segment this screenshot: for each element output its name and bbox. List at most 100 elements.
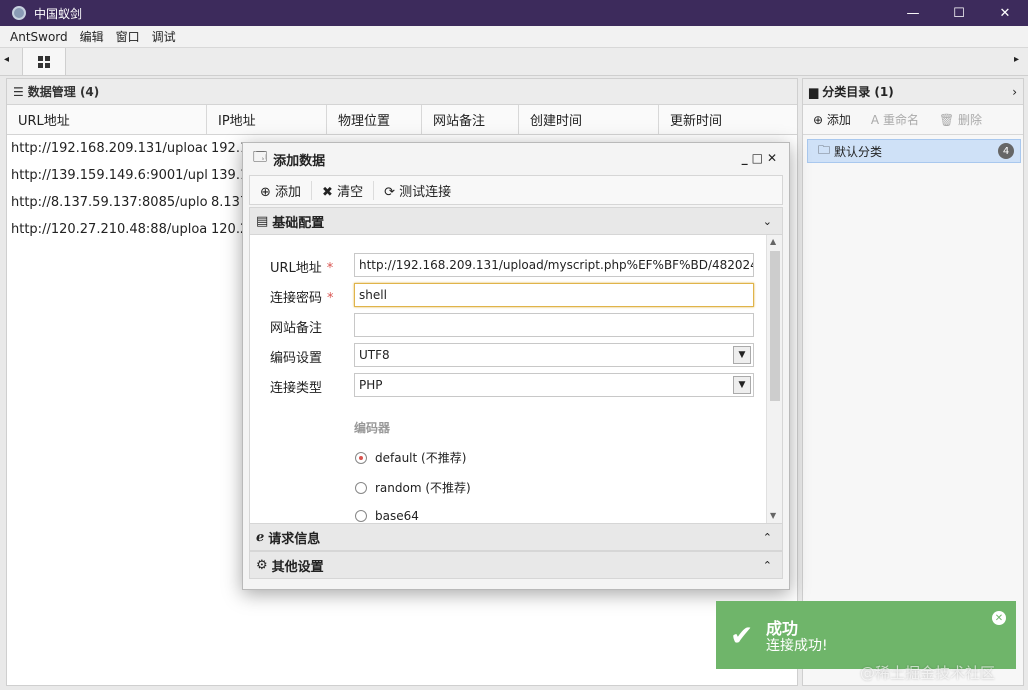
password-label: 连接密码 *	[270, 291, 334, 306]
scroll-up-icon[interactable]: ▲	[770, 237, 776, 246]
note-input[interactable]	[354, 313, 754, 337]
encoding-row: 编码设置 UTF8 ▼	[250, 343, 770, 367]
type-value: PHP	[359, 378, 383, 392]
password-input[interactable]: shell	[354, 283, 754, 307]
url-row: URL地址 * http://192.168.209.131/upload/mys…	[250, 253, 770, 277]
add-data-dialog: 🗔 添加数据 _□✕ ⊕ 添加 ✖ 清空 ⟳ 测试连接 ▤ 基础配置 ⌄ URL…	[242, 142, 790, 590]
encoder-option-random[interactable]: random (不推荐)	[355, 479, 471, 496]
basic-config-body: URL地址 * http://192.168.209.131/upload/mys…	[249, 235, 783, 523]
encoder-option-default[interactable]: default (不推荐)	[355, 449, 466, 466]
chevron-down-icon: ▼	[733, 346, 751, 364]
test-connection-button[interactable]: ⟳ 测试连接	[374, 181, 461, 200]
encoder-label: 编码器	[354, 421, 391, 435]
delete-category-button[interactable]: 🗑 删除	[929, 111, 992, 128]
cell-url: http://120.27.210.48:88/upload-la	[11, 222, 207, 237]
section-other-title: 其他设置	[271, 559, 324, 575]
section-basic-header[interactable]: ▤ 基础配置 ⌄	[249, 207, 783, 235]
section-other-header[interactable]: ⚙ 其他设置 ⌃	[249, 551, 783, 579]
chevron-down-icon: ⌄	[762, 214, 772, 228]
window-icon: 🗔	[253, 150, 268, 165]
dialog-close-icon[interactable]: ✕	[767, 151, 781, 165]
window-title: 中国蚁剑	[34, 6, 83, 21]
clear-button[interactable]: ✖ 清空	[312, 180, 375, 200]
column-note[interactable]: 网站备注	[422, 105, 519, 134]
encoding-value: UTF8	[359, 348, 390, 362]
type-row: 连接类型 PHP ▼	[250, 373, 770, 397]
dialog-title: 添加数据	[273, 153, 326, 169]
tab-strip: ◂ ▸	[0, 48, 1028, 76]
list-icon: ☰	[13, 84, 24, 99]
gears-icon: ⚙	[256, 557, 268, 573]
tab-prev-arrow-icon[interactable]: ◂	[4, 54, 9, 65]
font-icon: A	[870, 113, 880, 127]
maximize-button[interactable]: ☐	[936, 0, 982, 26]
chevron-down-icon: ▼	[733, 376, 751, 394]
scroll-thumb[interactable]	[770, 251, 780, 401]
menu-antsword[interactable]: AntSword	[0, 30, 74, 44]
radio-unselected[interactable]	[355, 510, 367, 522]
category-panel-header: ▆ 分类目录 (1) ›	[803, 79, 1023, 105]
checkmark-icon: ✔	[730, 619, 754, 652]
grid-header: URL地址 IP地址 物理位置 网站备注 创建时间 更新时间	[7, 105, 797, 135]
column-ip[interactable]: IP地址	[207, 105, 327, 134]
chevron-up-icon: ⌃	[762, 558, 772, 572]
scrollbar[interactable]: ▲ ▼	[766, 235, 782, 523]
folder-icon: ▆	[809, 84, 819, 99]
data-panel-header: ☰ 数据管理 (4)	[7, 79, 797, 105]
category-count-badge: 4	[998, 143, 1014, 159]
section-basic-title: 基础配置	[272, 215, 325, 231]
rename-category-button[interactable]: A 重命名	[861, 111, 929, 128]
dialog-minimize-icon[interactable]: _	[742, 151, 752, 165]
cell-url: http://192.168.209.131/upload/my	[11, 141, 207, 156]
ie-icon: ℯ	[256, 529, 265, 545]
url-input[interactable]: http://192.168.209.131/upload/myscript.p…	[354, 253, 754, 277]
grid-icon	[38, 55, 50, 68]
dialog-controls: _□✕	[742, 151, 781, 165]
radio-unselected[interactable]	[355, 481, 367, 494]
radio-selected[interactable]	[355, 451, 367, 464]
url-label: URL地址 *	[270, 261, 334, 276]
tab-next-arrow-icon[interactable]: ▸	[1014, 54, 1019, 65]
file-icon: ▤	[256, 213, 269, 229]
tab-home[interactable]	[22, 48, 66, 75]
column-created[interactable]: 创建时间	[519, 105, 659, 134]
type-select[interactable]: PHP ▼	[354, 373, 754, 397]
title-bar: 中国蚁剑 — ☐ ✕	[0, 0, 1028, 26]
trash-icon: 🗑	[938, 113, 955, 127]
menu-window[interactable]: 窗口	[110, 28, 146, 45]
close-icon[interactable]: ✕	[992, 611, 1006, 625]
column-url[interactable]: URL地址	[7, 105, 207, 134]
encoding-select[interactable]: UTF8 ▼	[354, 343, 754, 367]
data-panel-title: 数据管理 (4)	[27, 85, 100, 99]
watermark: @稀土掘金技术社区	[860, 664, 996, 682]
close-window-button[interactable]: ✕	[982, 0, 1028, 26]
menu-debug[interactable]: 调试	[146, 28, 182, 45]
toast-message: 连接成功!	[766, 638, 828, 654]
dialog-toolbar: ⊕ 添加 ✖ 清空 ⟳ 测试连接	[249, 175, 783, 205]
chevron-right-icon[interactable]: ›	[1012, 85, 1017, 99]
category-panel: ▆ 分类目录 (1) › ⊕ 添加 A 重命名 🗑 删除 🗀 默认分类 4	[802, 78, 1024, 686]
note-row: 网站备注	[250, 313, 770, 337]
menu-bar: AntSword 编辑 窗口 调试	[0, 26, 1028, 48]
password-row: 连接密码 * shell	[250, 283, 770, 307]
folder-open-icon: 🗀	[818, 142, 831, 157]
section-request-title: 请求信息	[268, 531, 321, 547]
plus-circle-icon: ⊕	[813, 113, 824, 127]
column-location[interactable]: 物理位置	[327, 105, 422, 134]
add-button[interactable]: ⊕ 添加	[250, 180, 313, 200]
dialog-titlebar[interactable]: 🗔 添加数据 _□✕	[243, 143, 789, 175]
app-logo-icon	[12, 6, 26, 20]
chevron-up-icon: ⌃	[762, 530, 772, 544]
add-category-button[interactable]: ⊕ 添加	[803, 111, 861, 128]
category-item-default[interactable]: 🗀 默认分类 4	[807, 139, 1021, 163]
dialog-maximize-icon[interactable]: □	[752, 151, 767, 165]
column-updated[interactable]: 更新时间	[659, 105, 797, 134]
scroll-down-icon[interactable]: ▼	[770, 511, 776, 520]
section-request-header[interactable]: ℯ 请求信息 ⌃	[249, 523, 783, 551]
minimize-button[interactable]: —	[890, 0, 936, 26]
cell-url: http://8.137.59.137:8085/upload/	[11, 195, 207, 210]
encoder-option-base64[interactable]: base64	[355, 509, 419, 523]
menu-edit[interactable]: 编辑	[74, 28, 110, 45]
category-panel-title: 分类目录 (1)	[822, 85, 894, 99]
category-toolbar: ⊕ 添加 A 重命名 🗑 删除	[803, 105, 1023, 135]
